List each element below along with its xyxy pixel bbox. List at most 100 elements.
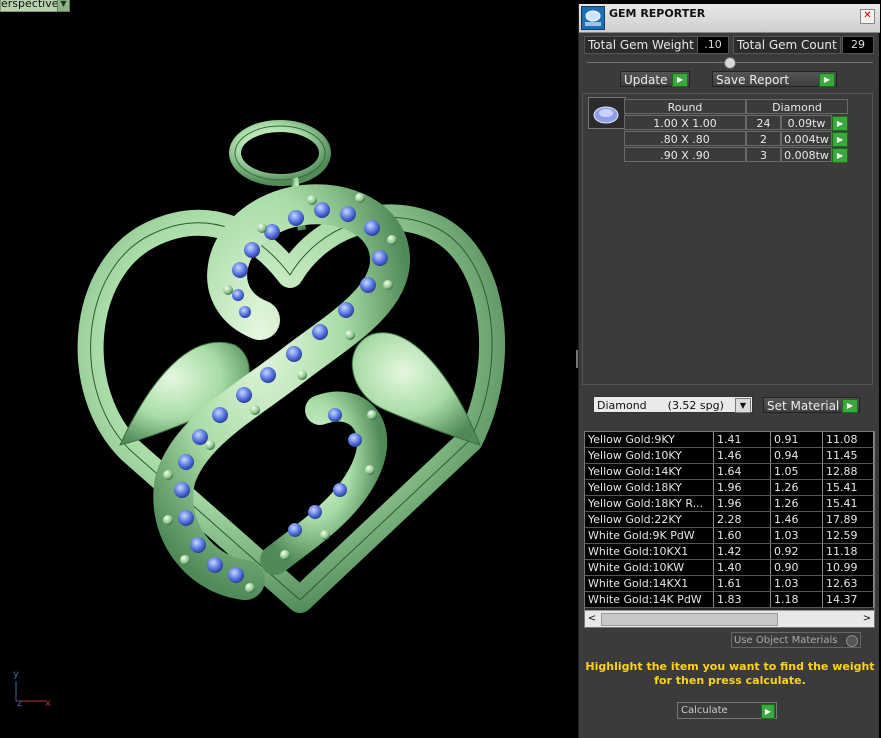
axis-z-label: z xyxy=(17,698,23,709)
material-value-1: 2.28 xyxy=(714,512,771,528)
collapse-knob-icon[interactable] xyxy=(724,57,736,69)
material-value-2: 1.03 xyxy=(771,528,823,544)
material-value-3: 12.88 xyxy=(823,464,874,480)
material-value-1: 1.96 xyxy=(714,480,771,496)
scrollbar-thumb[interactable] xyxy=(601,613,778,626)
material-name: Yellow Gold:18KY R... xyxy=(585,496,714,512)
material-value-3: 12.59 xyxy=(823,528,874,544)
material-name: White Gold:14K PdW xyxy=(585,592,714,608)
material-value-1: 1.41 xyxy=(714,432,771,448)
material-name: White Gold:9K PdW xyxy=(585,528,714,544)
total-gem-count-label: Total Gem Count xyxy=(733,36,841,54)
gem-row-size: .90 X .90 xyxy=(624,147,746,162)
material-value-1: 1.61 xyxy=(714,576,771,592)
material-name: Yellow Gold:10KY xyxy=(585,448,714,464)
round-gem-thumbnail-icon[interactable] xyxy=(588,97,626,129)
gem-header-type: Diamond xyxy=(746,99,848,114)
update-button-label: Update xyxy=(624,73,668,87)
material-value-3: 14.37 xyxy=(823,592,874,608)
material-value-1: 1.60 xyxy=(714,528,771,544)
app-logo-icon xyxy=(581,6,605,30)
table-row[interactable]: Yellow Gold:22KY 2.28 1.46 17.89 xyxy=(585,512,874,528)
material-value-2: 1.46 xyxy=(771,512,823,528)
table-row[interactable]: Yellow Gold:9KY 1.41 0.91 11.08 xyxy=(585,432,874,448)
table-row[interactable]: White Gold:14K PdW 1.83 1.18 14.37 xyxy=(585,592,874,608)
material-name: White Gold:10KX1 xyxy=(585,544,714,560)
save-report-button[interactable]: Save Report ▶ xyxy=(712,71,837,87)
total-gem-count-value: 29 xyxy=(842,36,874,54)
material-value-2: 1.26 xyxy=(771,480,823,496)
table-row[interactable]: White Gold:14KX1 1.61 1.03 12.63 xyxy=(585,576,874,592)
select-row-arrow-icon[interactable]: ▶ xyxy=(832,132,848,147)
use-object-materials-label: Use Object Materials xyxy=(734,635,838,646)
table-row[interactable]: Yellow Gold:18KY 1.96 1.26 15.41 xyxy=(585,480,874,496)
title-bar: GEM REPORTER ✕ xyxy=(579,4,880,33)
close-icon[interactable]: ✕ xyxy=(860,9,875,24)
table-row[interactable]: Yellow Gold:14KY 1.64 1.05 12.88 xyxy=(585,464,874,480)
select-row-arrow-icon[interactable]: ▶ xyxy=(832,116,848,131)
total-gem-weight-label: Total Gem Weight xyxy=(584,36,698,54)
material-value-1: 1.64 xyxy=(714,464,771,480)
material-value-2: 0.92 xyxy=(771,544,823,560)
chevron-down-icon: ▼ xyxy=(735,398,751,413)
gem-row-size: 1.00 X 1.00 xyxy=(624,115,746,130)
play-arrow-icon: ▶ xyxy=(842,399,858,413)
material-value-1: 1.83 xyxy=(714,592,771,608)
use-object-materials-toggle[interactable]: Use Object Materials xyxy=(731,632,861,648)
gem-row-weight: 0.008tw xyxy=(781,147,832,162)
table-row[interactable]: White Gold:9K PdW 1.60 1.03 12.59 xyxy=(585,528,874,544)
material-value-3: 10.99 xyxy=(823,560,874,576)
material-value-3: 15.41 xyxy=(823,480,874,496)
update-button[interactable]: Update ▶ xyxy=(620,71,690,87)
material-value-3: 11.18 xyxy=(823,544,874,560)
materials-table[interactable]: Yellow Gold:9KY 1.41 0.91 11.08 Yellow G… xyxy=(584,431,875,628)
3d-viewport[interactable]: erspective ▼ y z x xyxy=(0,0,578,738)
axis-y-label: y xyxy=(13,669,19,680)
material-value-2: 0.91 xyxy=(771,432,823,448)
select-row-arrow-icon[interactable]: ▶ xyxy=(832,148,848,163)
material-value-2: 1.03 xyxy=(771,576,823,592)
gem-row-count: 24 xyxy=(746,115,781,130)
material-dropdown[interactable]: Diamond (3.52 spg) ▼ xyxy=(593,396,753,413)
material-name: White Gold:14KX1 xyxy=(585,576,714,592)
panel-title: GEM REPORTER xyxy=(609,7,706,20)
table-row[interactable]: Yellow Gold:10KY 1.46 0.94 11.45 xyxy=(585,448,874,464)
material-name: Yellow Gold:22KY xyxy=(585,512,714,528)
material-value-2: 1.26 xyxy=(771,496,823,512)
axis-x-label: x xyxy=(45,698,51,709)
scroll-left-icon[interactable]: < xyxy=(585,611,599,627)
material-value-2: 1.05 xyxy=(771,464,823,480)
material-dropdown-value: Diamond (3.52 spg) xyxy=(597,399,724,412)
material-value-2: 0.90 xyxy=(771,560,823,576)
calculate-button[interactable]: Calculate ▶ xyxy=(677,702,777,719)
gem-row-weight: 0.004tw xyxy=(781,131,832,146)
horizontal-scrollbar[interactable]: < > xyxy=(585,610,874,627)
material-name: Yellow Gold:18KY xyxy=(585,480,714,496)
material-value-3: 12.63 xyxy=(823,576,874,592)
radio-icon xyxy=(846,635,858,647)
set-material-button[interactable]: Set Material ▶ xyxy=(763,397,860,413)
gem-table-area: Round Diamond 1.00 X 1.00 24 0.09tw ▶ .8… xyxy=(582,93,873,385)
gem-reporter-panel: GEM REPORTER ✕ Total Gem Weight .10 Tota… xyxy=(578,4,880,738)
total-gem-weight-value: .10 xyxy=(697,36,729,54)
table-row[interactable]: Yellow Gold:18KY R... 1.96 1.26 15.41 xyxy=(585,496,874,512)
instruction-text: Highlight the item you want to find the … xyxy=(585,660,875,687)
heart-pendant-model[interactable] xyxy=(0,0,578,738)
save-report-button-label: Save Report xyxy=(716,73,790,87)
play-arrow-icon: ▶ xyxy=(761,704,775,719)
play-arrow-icon: ▶ xyxy=(672,73,688,87)
table-row[interactable]: White Gold:10KX1 1.42 0.92 11.18 xyxy=(585,544,874,560)
calculate-button-label: Calculate xyxy=(681,705,728,716)
set-material-button-label: Set Material xyxy=(767,399,840,413)
scroll-right-icon[interactable]: > xyxy=(860,611,874,627)
material-value-3: 11.08 xyxy=(823,432,874,448)
material-value-1: 1.46 xyxy=(714,448,771,464)
gem-row-weight: 0.09tw xyxy=(781,115,832,130)
gem-row-count: 3 xyxy=(746,147,781,162)
table-row[interactable]: White Gold:10KW 1.40 0.90 10.99 xyxy=(585,560,874,576)
material-value-1: 1.42 xyxy=(714,544,771,560)
material-name: White Gold:10KW xyxy=(585,560,714,576)
material-name: Yellow Gold:14KY xyxy=(585,464,714,480)
gem-header-shape: Round xyxy=(624,99,746,114)
material-value-1: 1.40 xyxy=(714,560,771,576)
